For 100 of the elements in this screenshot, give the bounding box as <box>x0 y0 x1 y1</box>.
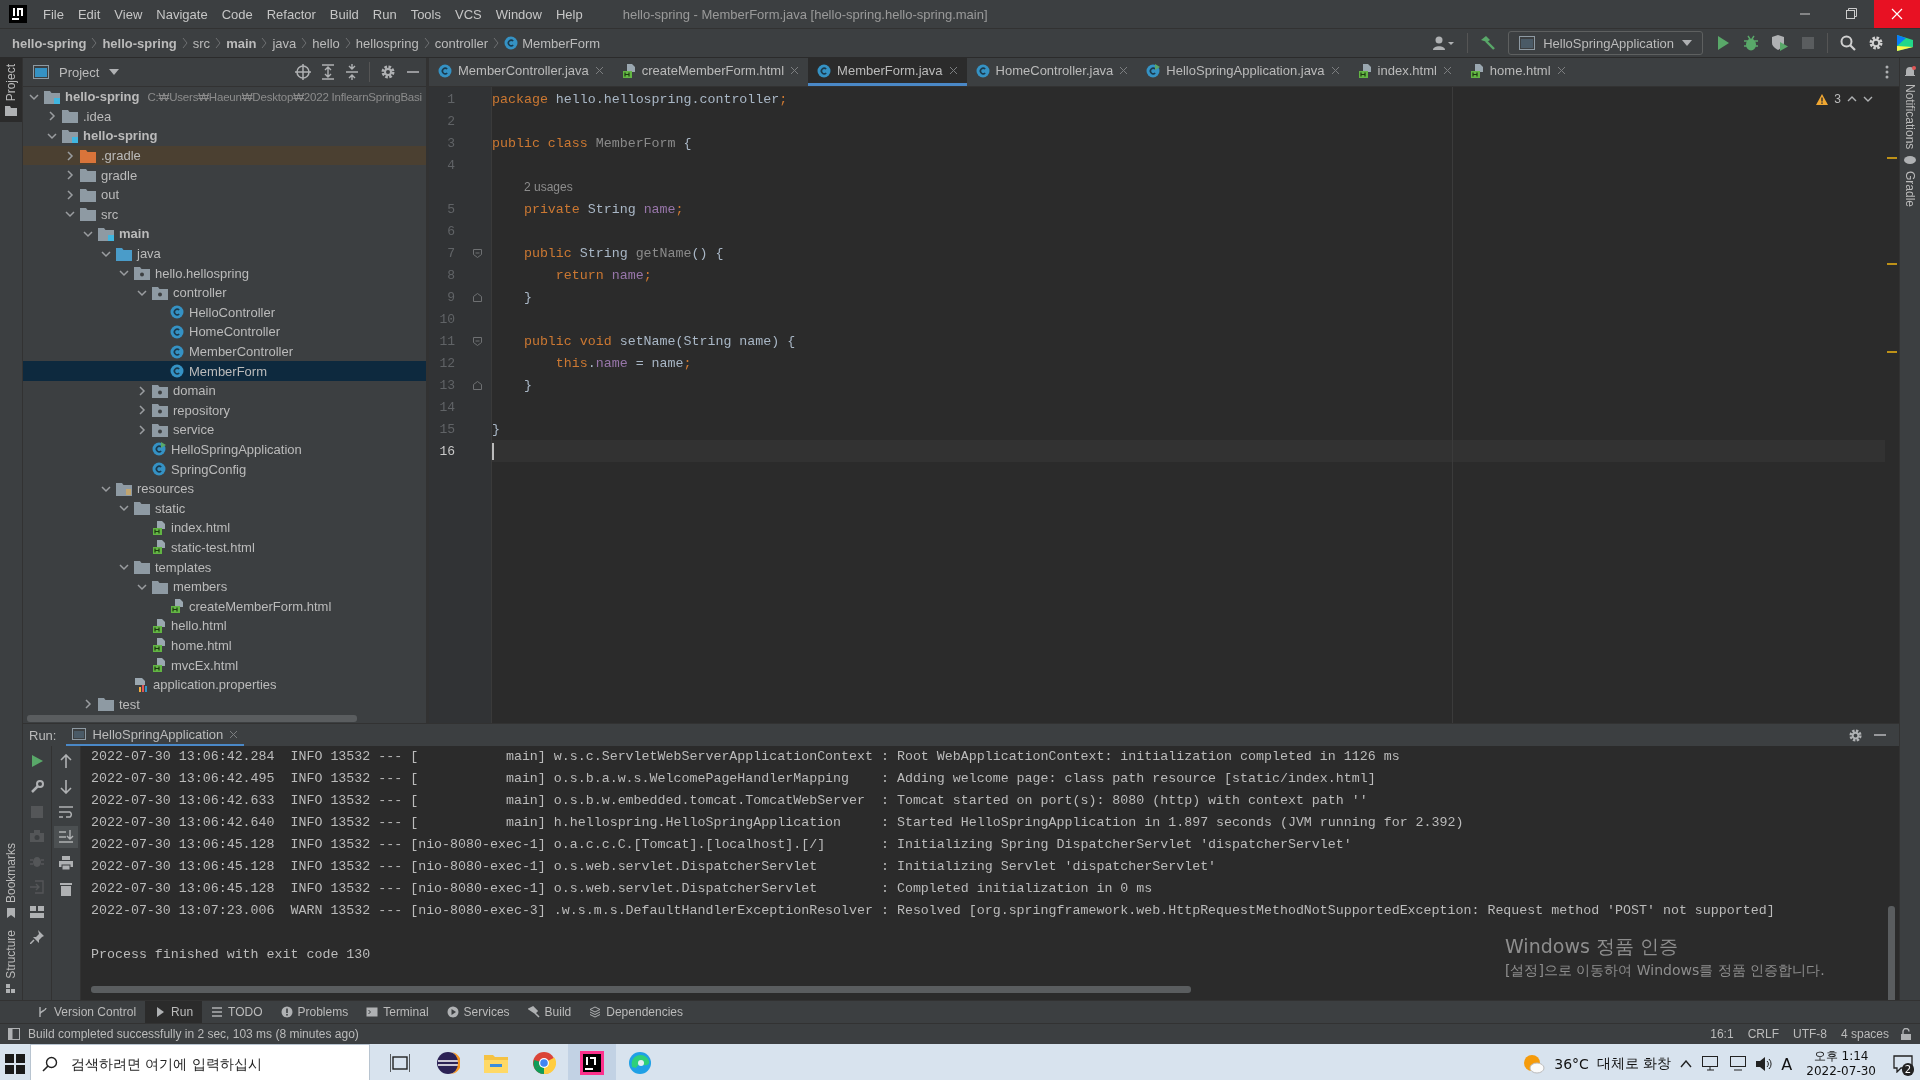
panel-title[interactable]: Project <box>59 64 100 80</box>
close-icon[interactable] <box>790 66 800 75</box>
tool-window-tab[interactable]: Build <box>518 1001 581 1023</box>
lock-icon[interactable] <box>1900 1028 1912 1040</box>
close-icon[interactable] <box>594 66 604 75</box>
warning-marker[interactable] <box>1887 263 1897 265</box>
chevron-icon[interactable] <box>83 699 93 710</box>
wrench-icon[interactable] <box>30 780 44 794</box>
run-configuration-dropdown[interactable]: HelloSpringApplication <box>1508 31 1703 55</box>
chevron-icon[interactable] <box>137 287 147 298</box>
chevron-icon[interactable] <box>137 405 147 416</box>
tree-item[interactable]: src <box>23 204 426 225</box>
chevron-icon[interactable] <box>65 189 75 200</box>
taskbar-app[interactable] <box>568 1044 616 1080</box>
tree-item[interactable]: templates <box>23 557 426 577</box>
tree-item[interactable]: members <box>23 576 426 597</box>
tool-window-button[interactable]: Structure <box>0 924 22 1000</box>
chevron-icon[interactable] <box>137 424 147 435</box>
trash-icon[interactable] <box>60 882 72 896</box>
menu-item[interactable]: Tools <box>404 2 447 26</box>
tool-window-tab[interactable]: Terminal <box>357 1001 438 1023</box>
tree-item[interactable]: MemberController <box>23 341 426 362</box>
hammer-icon[interactable] <box>1480 35 1497 51</box>
tree-item[interactable]: createMemberForm.html <box>23 596 426 617</box>
chevron-icon[interactable] <box>65 150 75 161</box>
close-icon[interactable] <box>1556 66 1566 75</box>
chevron-up-icon[interactable] <box>1847 95 1857 103</box>
chevron-icon[interactable] <box>119 268 129 279</box>
network-icon[interactable] <box>1702 1056 1721 1072</box>
close-icon[interactable] <box>229 729 239 739</box>
tree-item[interactable]: HelloSpringApplication <box>23 439 426 460</box>
clock[interactable]: 오후 1:14 2022-07-30 <box>1806 1049 1876 1079</box>
layout-icon[interactable] <box>30 906 44 918</box>
collapse-all-icon[interactable] <box>345 64 359 80</box>
fold-icon[interactable] <box>473 292 482 302</box>
tree-item[interactable]: repository <box>23 400 426 421</box>
chevron-icon[interactable] <box>47 111 57 122</box>
tree-item[interactable]: main <box>23 224 426 244</box>
tree-item[interactable]: hello-spring <box>23 126 426 146</box>
tree-item[interactable]: hello-spring C:₩Users₩Haeun₩Desktop₩2022 InflearnSpringBasi <box>23 87 426 107</box>
tool-window-tab[interactable]: Version Control <box>28 1001 146 1023</box>
menu-item[interactable]: Window <box>489 2 548 26</box>
caret-position[interactable]: 16:1 <box>1707 1027 1737 1041</box>
fold-icon[interactable] <box>473 336 482 346</box>
tool-window-tab[interactable]: Run <box>145 1001 203 1023</box>
rerun-icon[interactable] <box>30 754 44 768</box>
editor-tab[interactable]: MemberController.java <box>429 58 613 86</box>
chevron-icon[interactable] <box>101 248 111 259</box>
tree-item[interactable]: mvcEx.html <box>23 655 426 675</box>
breadcrumb[interactable]: hello-spring <box>12 35 87 51</box>
tree-item[interactable]: controller <box>23 282 426 303</box>
pin-icon[interactable] <box>30 930 44 944</box>
notification-icon[interactable] <box>1904 66 1916 78</box>
menu-item[interactable]: VCS <box>449 2 488 26</box>
breadcrumb[interactable]: java <box>272 35 297 51</box>
tree-item[interactable]: MemberForm <box>23 361 426 381</box>
tree-item[interactable]: resources <box>23 478 426 499</box>
tree-item[interactable]: HomeController <box>23 322 426 342</box>
tree-item[interactable]: .idea <box>23 106 426 127</box>
arrow-down-icon[interactable] <box>60 780 72 794</box>
tree-item[interactable]: SpringConfig <box>23 459 426 479</box>
tool-window-button[interactable]: Bookmarks <box>0 837 22 925</box>
menu-item[interactable]: Run <box>366 2 403 26</box>
tree-item[interactable]: domain <box>23 380 426 401</box>
tool-window-tab[interactable]: Dependencies <box>580 1001 692 1023</box>
chevron-up-icon[interactable] <box>1680 1060 1693 1068</box>
tree-item[interactable]: service <box>23 420 426 440</box>
fold-icon[interactable] <box>473 380 482 390</box>
arrow-up-icon[interactable] <box>60 754 72 768</box>
volume-icon[interactable] <box>1756 1056 1773 1072</box>
settings-icon[interactable] <box>1868 35 1884 51</box>
weather-condition[interactable]: 대체로 화창 <box>1596 1055 1672 1073</box>
tree-item[interactable]: gradle <box>23 165 426 185</box>
menu-item[interactable]: Help <box>549 2 589 26</box>
monitor-icon[interactable] <box>1730 1056 1747 1072</box>
input-mode[interactable]: A <box>1781 1054 1793 1074</box>
warning-marker[interactable] <box>1887 157 1897 159</box>
chevron-icon[interactable] <box>65 209 75 220</box>
tree-item[interactable]: static-test.html <box>23 537 426 558</box>
tree-item[interactable]: test <box>23 694 426 714</box>
breadcrumb[interactable]: hellospring <box>355 35 419 51</box>
editor-tab[interactable]: MemberForm.java <box>808 58 967 86</box>
breadcrumb[interactable]: main <box>226 35 257 51</box>
chevron-icon[interactable] <box>119 562 129 573</box>
tree-item[interactable]: .gradle <box>23 145 426 166</box>
chevron-icon[interactable] <box>119 503 129 514</box>
editor-tab[interactable]: HomeController.java <box>966 58 1138 86</box>
chevron-icon[interactable] <box>137 581 147 592</box>
scrollbar-thumb[interactable] <box>27 715 357 722</box>
more-icon[interactable] <box>1885 65 1889 79</box>
chevron-icon[interactable] <box>137 385 147 396</box>
locate-icon[interactable] <box>295 64 311 80</box>
scrollbar-thumb[interactable] <box>1888 906 1895 1000</box>
tree-item[interactable]: java <box>23 243 426 264</box>
editor-tab[interactable]: home.html <box>1460 58 1575 86</box>
expand-all-icon[interactable] <box>321 64 335 80</box>
coverage-icon[interactable] <box>1771 35 1789 51</box>
close-icon[interactable] <box>1330 66 1340 75</box>
menu-item[interactable]: Navigate <box>150 2 214 26</box>
menu-item[interactable]: Refactor <box>260 2 322 26</box>
